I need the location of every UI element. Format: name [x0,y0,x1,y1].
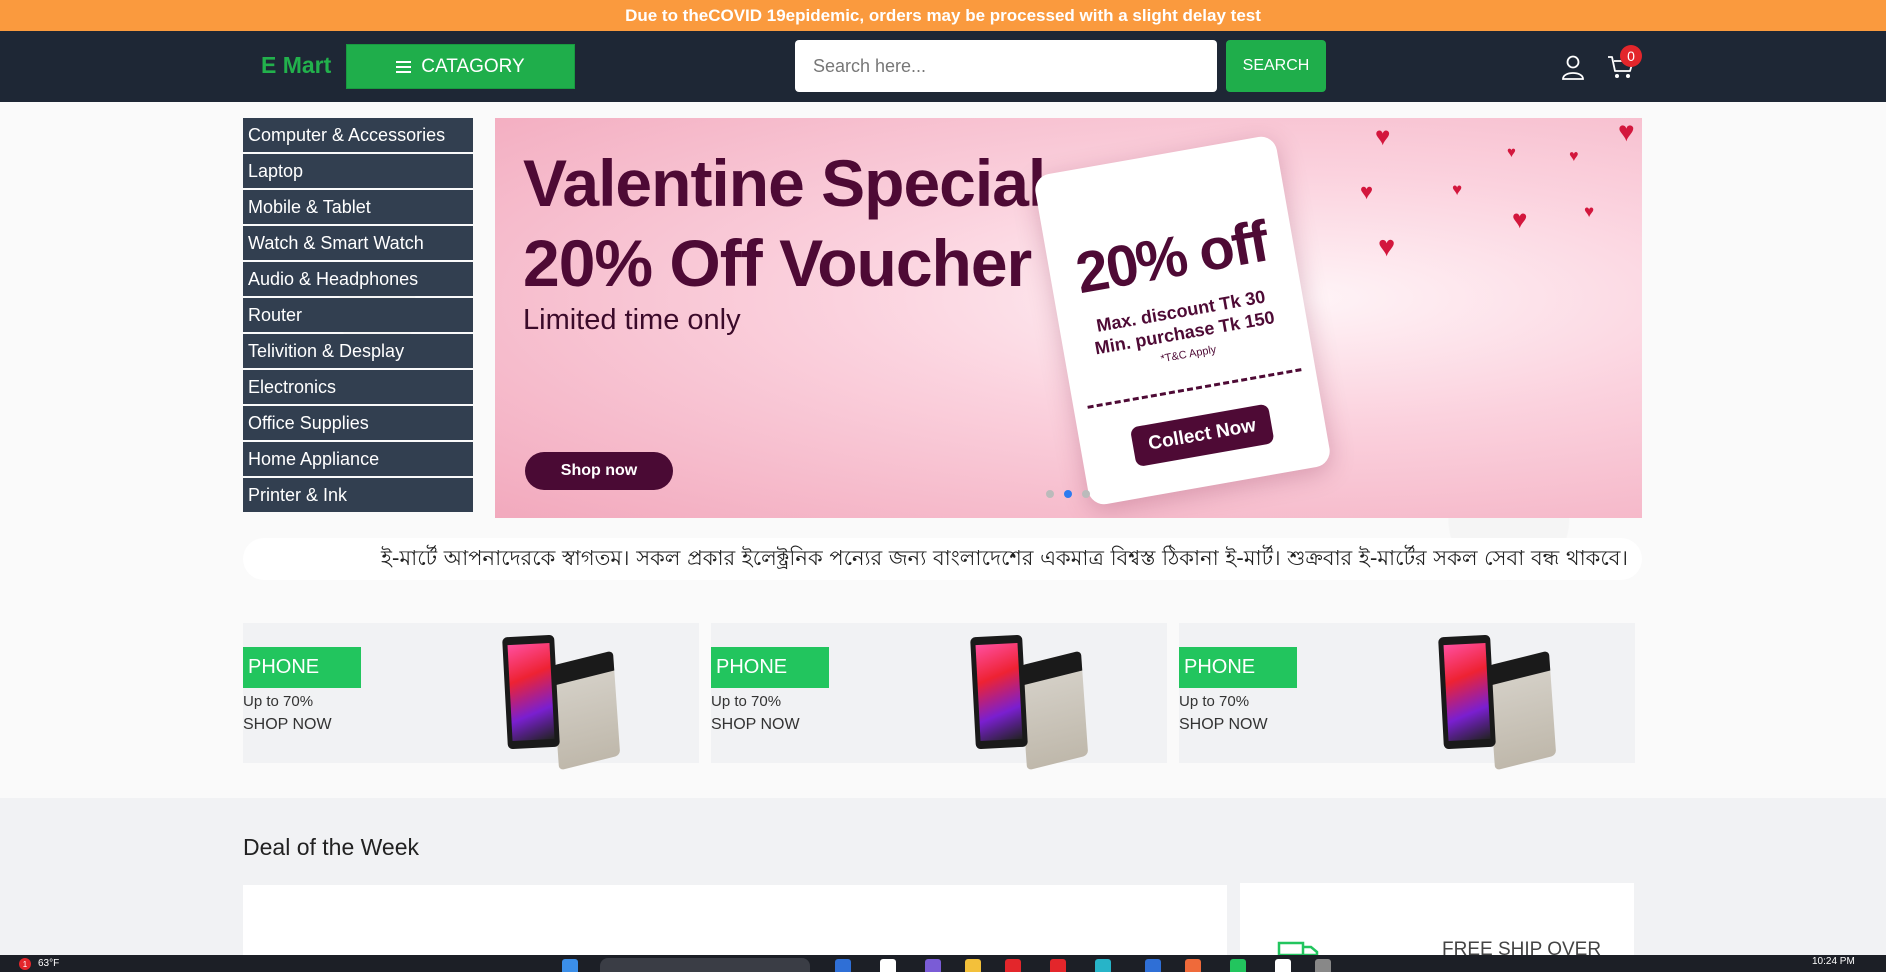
tablet-back-image [1019,650,1089,771]
sidebar-item-router[interactable]: Router [243,298,473,332]
heart-icon: ♥ [1452,180,1463,199]
voucher-card: 20% off Max. discount Tk 30 Min. purchas… [1032,134,1333,507]
category-menu-button[interactable]: CATAGORY [346,44,575,89]
promo-subtitle: Up to 70% [1179,693,1250,710]
search-button[interactable]: SEARCH [1226,40,1326,92]
notification-badge: 1 [19,958,31,970]
carousel-dots [1046,490,1090,498]
sidebar-item-audio[interactable]: Audio & Headphones [243,262,473,296]
sidebar-item-computer-accessories[interactable]: Computer & Accessories [243,118,473,152]
taskbar-app-icon[interactable] [1095,959,1111,972]
sidebar-item-mobile-tablet[interactable]: Mobile & Tablet [243,190,473,224]
taskbar-app-icon[interactable] [1050,959,1066,972]
search-input[interactable] [795,40,1217,92]
tablet-back-image [551,650,621,771]
taskbar-clock[interactable]: 10:24 PM [1812,956,1855,967]
menu-icon [396,60,412,73]
taskbar-app-icon[interactable] [1145,959,1161,972]
promo-shop-now-link[interactable]: SHOP NOW [243,716,332,734]
weather-readout[interactable]: 63°F [38,958,59,969]
folder-icon[interactable] [965,959,981,972]
start-icon[interactable] [562,959,578,972]
promo-tag: PHONE [1179,647,1297,688]
heart-icon: ♥ [1569,148,1579,165]
os-taskbar: 1 63°F 10:24 PM [0,955,1886,972]
taskbar-app-icon[interactable] [925,959,941,972]
promo-shop-now-link[interactable]: SHOP NOW [711,716,800,734]
sidebar-item-television[interactable]: Telivition & Desplay [243,334,473,368]
heart-icon: ♥ [1584,202,1595,221]
taskbar-app-icon[interactable] [1005,959,1021,972]
carousel-dot-3[interactable] [1082,490,1090,498]
cart-count-badge: 0 [1620,45,1642,67]
banner-title: Valentine Special 20% Off Voucher [523,143,1046,303]
taskbar-app-icon[interactable] [1315,959,1331,972]
taskbar-app-icon[interactable] [835,959,851,972]
promo-card-2[interactable]: PHONE Up to 70% SHOP NOW [711,623,1167,771]
banner-shop-now-button[interactable]: Shop now [525,452,673,490]
tablet-back-image [1487,650,1557,771]
promo-card-3[interactable]: PHONE Up to 70% SHOP NOW [1179,623,1635,771]
carousel-dot-1[interactable] [1046,490,1054,498]
promo-tag: PHONE [243,647,361,688]
promo-card-1[interactable]: PHONE Up to 70% SHOP NOW [243,623,699,771]
hero-banner[interactable]: Valentine Special 20% Off Voucher Limite… [495,118,1642,518]
announcement-text-after: epidemic, orders may be processed with a… [785,5,1261,25]
voucher-divider [1087,368,1302,409]
sidebar-item-watch[interactable]: Watch & Smart Watch [243,226,473,260]
heart-icon: ♥ [1512,204,1528,234]
taskbar-app-icon[interactable] [1230,959,1246,972]
carousel-dot-2[interactable] [1064,490,1072,498]
sidebar-item-electronics[interactable]: Electronics [243,370,473,404]
category-sidebar: Computer & Accessories Laptop Mobile & T… [243,118,473,514]
promo-subtitle: Up to 70% [711,693,782,710]
announcement-highlight: COVID 19 [708,5,786,25]
heart-icon: ♥ [1360,179,1374,204]
site-header: E Mart CATAGORY SEARCH 0 [0,31,1886,102]
banner-title-line2: 20% Off Voucher [523,226,1032,300]
banner-subtitle: Limited time only [523,304,741,336]
taskbar-app-icon[interactable] [1275,959,1291,972]
heart-icon: ♥ [1618,118,1635,147]
tablet-front-image [502,634,560,750]
tablet-front-image [1438,634,1496,750]
sidebar-item-home-appliance[interactable]: Home Appliance [243,442,473,476]
sidebar-item-office-supplies[interactable]: Office Supplies [243,406,473,440]
heart-icon: ♥ [1375,121,1391,151]
heart-icon: ♥ [1378,231,1396,263]
taskbar-search[interactable] [600,958,810,972]
promo-shop-now-link[interactable]: SHOP NOW [1179,716,1268,734]
tablet-front-image [970,634,1028,750]
deal-section-title: Deal of the Week [243,834,420,860]
announcement-bar: Due to the COVID 19 epidemic, orders may… [0,0,1886,31]
taskbar-app-icon[interactable] [1185,959,1201,972]
heart-icon: ♥ [1507,144,1516,161]
collect-now-button[interactable]: Collect Now [1129,403,1275,468]
promo-tag: PHONE [711,647,829,688]
deal-of-week-section: Deal of the Week FREE SHIP OVER [0,798,1886,972]
taskbar-app-icon[interactable] [880,959,896,972]
notice-marquee: ই-মার্টে আপনাদেরকে স্বাগতম। সকল প্রকার ই… [243,538,1642,580]
sidebar-item-printer-ink[interactable]: Printer & Ink [243,478,473,512]
sidebar-item-laptop[interactable]: Laptop [243,154,473,188]
user-icon[interactable] [1561,54,1585,80]
promo-subtitle: Up to 70% [243,693,314,710]
banner-title-line1: Valentine Special [523,146,1046,220]
category-button-label: CATAGORY [421,55,525,77]
announcement-text-before: Due to the [625,5,709,25]
site-logo[interactable]: E Mart [261,52,331,79]
